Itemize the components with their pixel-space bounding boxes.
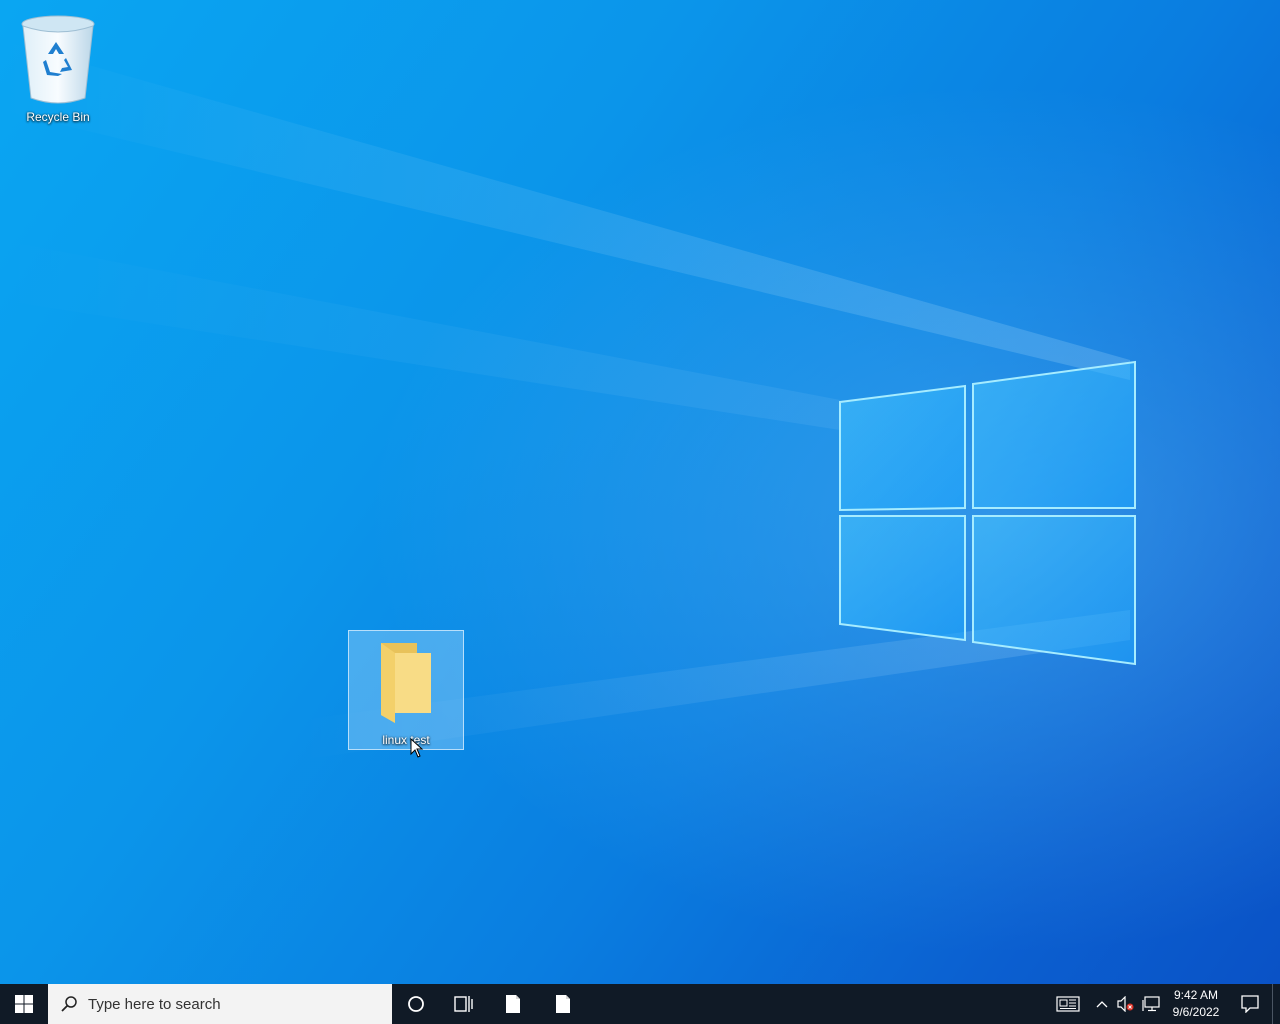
action-center-button[interactable] (1228, 984, 1272, 1024)
mouse-cursor-icon (410, 738, 424, 758)
chevron-up-icon (1096, 1001, 1108, 1008)
desktop[interactable]: Recycle Bin linux test (0, 0, 1280, 984)
document-icon (506, 995, 520, 1013)
cortana-button[interactable] (392, 984, 440, 1024)
desktop-icon-linux-test-folder[interactable]: linux test (348, 630, 464, 750)
start-button[interactable] (0, 984, 48, 1024)
desktop-icon-label: Recycle Bin (26, 110, 90, 124)
volume-muted-icon (1117, 996, 1134, 1012)
recycle-bin-icon (21, 15, 95, 104)
desktop-icon-recycle-bin[interactable]: Recycle Bin (10, 6, 106, 126)
taskbar-app-document-1[interactable] (488, 984, 538, 1024)
document-icon (556, 995, 570, 1013)
news-button[interactable] (1046, 984, 1090, 1024)
clock-date: 9/6/2022 (1172, 1005, 1220, 1019)
taskbar: Type here to search 9:42 AM 9/6/2022 (0, 984, 1280, 1024)
notification-icon (1241, 995, 1259, 1013)
taskbar-clock[interactable]: 9:42 AM 9/6/2022 (1164, 984, 1228, 1024)
folder-icon (381, 643, 431, 723)
network-button[interactable] (1138, 984, 1164, 1024)
show-desktop-button[interactable] (1272, 984, 1280, 1024)
system-tray: 9:42 AM 9/6/2022 (1046, 984, 1280, 1024)
network-icon (1142, 996, 1160, 1012)
search-placeholder: Type here to search (88, 995, 221, 1013)
windows-logo (839, 360, 1136, 666)
task-view-icon (454, 996, 473, 1012)
search-icon (61, 996, 77, 1012)
volume-button[interactable] (1114, 984, 1138, 1024)
windows-start-icon (15, 995, 33, 1013)
taskbar-app-document-2[interactable] (538, 984, 588, 1024)
clock-time: 9:42 AM (1173, 988, 1219, 1002)
cortana-circle-icon (408, 996, 424, 1012)
task-view-button[interactable] (440, 984, 488, 1024)
taskbar-search-box[interactable]: Type here to search (48, 984, 392, 1024)
show-hidden-icons-button[interactable] (1090, 984, 1114, 1024)
wallpaper (0, 40, 1136, 760)
news-icon (1056, 996, 1080, 1012)
